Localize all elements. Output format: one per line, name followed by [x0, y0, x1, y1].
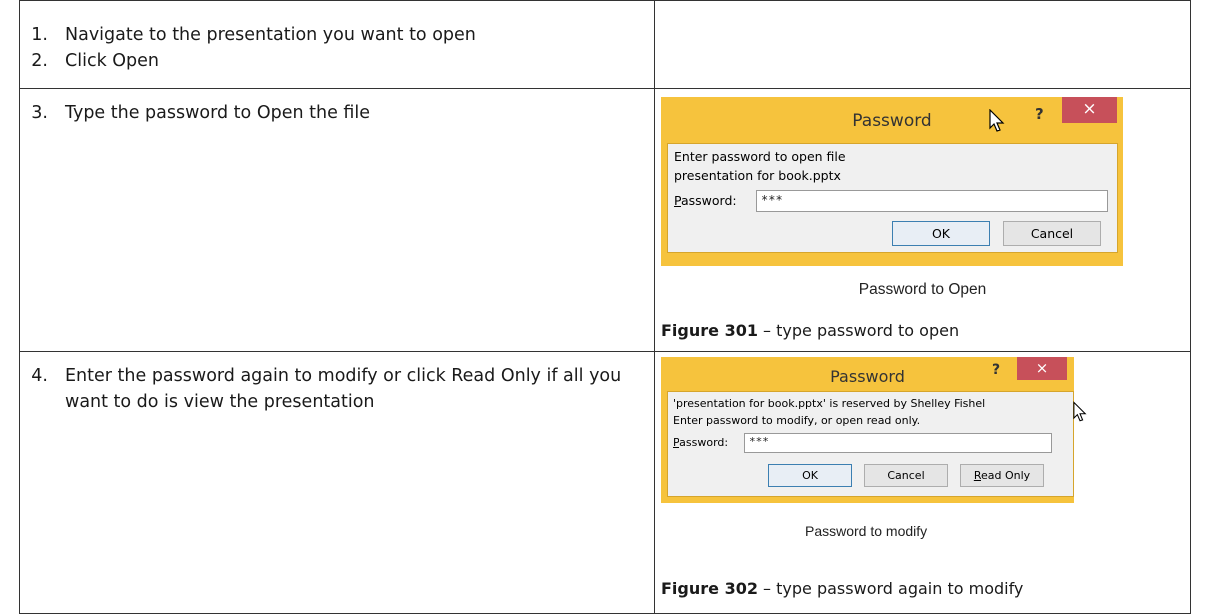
- instruction-table: 1. Navigate to the presentation you want …: [19, 0, 1191, 614]
- step-number: 4.: [31, 366, 48, 386]
- step-list: 1. Navigate to the presentation you want …: [20, 1, 654, 74]
- password-open-dialog: Password ? × Enter password to open file…: [661, 97, 1123, 266]
- figure-caption: Figure 302 – type password again to modi…: [661, 579, 1023, 598]
- step-item: 2. Click Open: [20, 48, 654, 74]
- password-label-rest: assword:: [679, 436, 729, 449]
- dialog-instructions: Enter password to modify, or open read o…: [673, 414, 921, 427]
- step-cell: 4. Enter the password again to modify or …: [19, 351, 655, 614]
- step-item: 1. Navigate to the presentation you want …: [20, 22, 654, 48]
- figure-cell: [654, 0, 1191, 89]
- screenshot-caption: Password to Open: [858, 281, 987, 298]
- step-text: Type the password to Open the file: [65, 103, 371, 123]
- dialog-body: Enter password to open file presentation…: [667, 143, 1118, 253]
- figure-cell: Password ? × Enter password to open file…: [654, 88, 1191, 352]
- close-button[interactable]: ×: [1062, 97, 1117, 123]
- dialog-title: Password: [830, 367, 905, 386]
- step-cell: 3. Type the password to Open the file: [19, 88, 655, 352]
- read-only-button[interactable]: Read Only: [960, 464, 1044, 487]
- help-button[interactable]: ?: [992, 362, 1000, 378]
- step-cell: 1. Navigate to the presentation you want …: [19, 0, 655, 89]
- mouse-pointer-icon: [989, 109, 1005, 132]
- step-number: 1.: [31, 25, 48, 45]
- figure-label: Figure 302: [661, 579, 758, 598]
- password-field[interactable]: ***: [756, 190, 1108, 212]
- password-field[interactable]: ***: [744, 433, 1052, 453]
- password-label: Password:: [673, 436, 729, 449]
- screenshot-caption: Password to modify: [805, 523, 928, 539]
- dialog-body: 'presentation for book.pptx' is reserved…: [667, 391, 1074, 497]
- cancel-button[interactable]: Cancel: [864, 464, 948, 487]
- cancel-button[interactable]: Cancel: [1003, 221, 1101, 246]
- dialog-message: 'presentation for book.pptx' is reserved…: [673, 397, 986, 410]
- figure-label: Figure 301: [661, 321, 758, 340]
- password-label-rest: assword:: [680, 193, 737, 208]
- step-list: 4. Enter the password again to modify or …: [20, 352, 654, 415]
- step-number: 3.: [31, 103, 48, 123]
- step-list: 3. Type the password to Open the file: [20, 89, 654, 126]
- ok-button[interactable]: OK: [892, 221, 990, 246]
- help-button[interactable]: ?: [1035, 105, 1044, 123]
- dialog-title: Password: [852, 111, 932, 131]
- step-item: 3. Type the password to Open the file: [20, 100, 654, 126]
- mouse-pointer-icon: [1073, 401, 1087, 422]
- dialog-message: Enter password to open file: [674, 149, 846, 164]
- close-button[interactable]: ×: [1017, 357, 1067, 380]
- figure-text: – type password to open: [757, 321, 960, 340]
- password-modify-dialog: Password ? × 'presentation for book.pptx…: [661, 357, 1087, 503]
- password-label: Password:: [674, 193, 737, 208]
- step-number: 2.: [31, 51, 48, 71]
- ok-button[interactable]: OK: [768, 464, 852, 487]
- step-item: 4. Enter the password again to modify or …: [20, 363, 654, 415]
- figure-text: – type password again to modify: [757, 579, 1024, 598]
- step-text: Navigate to the presentation you want to…: [65, 25, 476, 45]
- step-text: Enter the password again to modify or cl…: [65, 366, 622, 412]
- table-row: 1. Navigate to the presentation you want …: [19, 0, 1191, 89]
- read-only-label: Read Only: [973, 469, 1031, 482]
- table-row: 3. Type the password to Open the file Pas…: [19, 88, 1191, 352]
- figure-cell: Password ? × 'presentation for book.pptx…: [654, 351, 1191, 614]
- table-row: 4. Enter the password again to modify or …: [19, 351, 1191, 614]
- figure-caption: Figure 301 – type password to open: [661, 321, 959, 340]
- step-text: Click Open: [65, 51, 160, 71]
- dialog-filename: presentation for book.pptx: [674, 168, 841, 183]
